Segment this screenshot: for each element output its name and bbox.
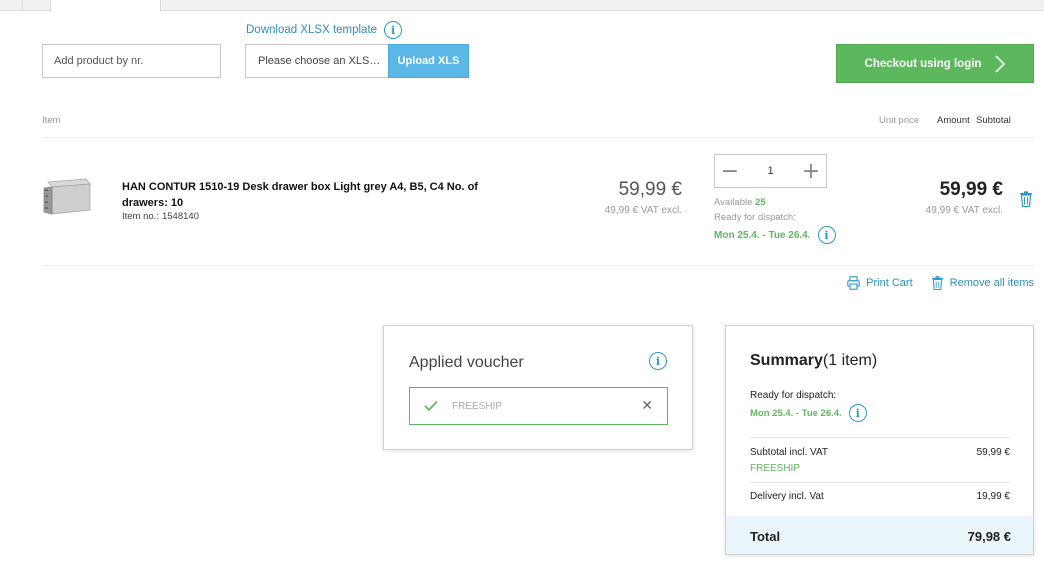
line-subtotal: 59,99 € [939,179,1003,200]
summary-title: Summary(1 item) [750,352,877,370]
summary-delivery-value: 19,99 € [976,491,1010,502]
divider [42,137,1034,138]
check-icon [424,400,438,412]
chevron-right-icon [995,54,1006,73]
minus-icon[interactable]: − [715,155,745,187]
available-count: 25 [755,197,766,208]
summary-dispatch-date-text: Mon 25.4. - Tue 26.4. [750,407,842,419]
file-chooser-text: Please choose an XLS… [258,55,381,67]
summary-title-text: Summary [750,352,823,369]
product-name[interactable]: HAN CONTUR 1510-19 Desk drawer box Light… [122,179,522,211]
checkout-button[interactable]: Checkout using login [836,44,1034,83]
info-icon[interactable]: i [649,352,667,370]
trash-icon[interactable] [1019,191,1033,207]
available-label: Available [714,197,753,208]
file-chooser[interactable]: Please choose an XLS… [245,44,388,78]
voucher-code-field[interactable]: FREESHIP ✕ [409,387,668,425]
dispatch-date: Mon 25.4. - Tue 26.4. i [714,226,836,244]
voucher-title: Applied voucher [409,354,524,371]
print-cart-button[interactable]: Print Cart [847,276,913,290]
checkout-label: Checkout using login [864,57,982,70]
summary-total-row: Total 79,98 € [726,516,1033,554]
dispatch-date-text: Mon 25.4. - Tue 26.4. [714,229,811,241]
product-image [43,178,91,215]
upload-xls-button[interactable]: Upload XLS [388,44,469,78]
summary-voucher-code: FREESHIP [750,463,801,474]
upload-xls-label: Upload XLS [397,55,460,67]
quantity-value[interactable]: 1 [745,165,796,177]
summary-panel: Summary(1 item) Ready for dispatch: Mon … [725,325,1034,555]
plus-icon[interactable]: + [796,155,826,187]
divider [42,265,1034,266]
divider [750,482,1010,483]
summary-subtotal-label: Subtotal incl. VAT [750,447,828,458]
item-no-label: Item no.: [122,211,159,222]
header-unit-price: Unit price [879,115,920,126]
print-icon [847,276,860,290]
print-cart-label: Print Cart [866,277,913,289]
product-item-no: Item no.: 1548140 [122,211,199,222]
ready-for-dispatch-label: Ready for dispatch: [714,212,796,223]
summary-subtotal-value: 59,99 € [976,447,1010,458]
cart-actions: Print Cart Remove all items [847,276,1034,290]
close-icon[interactable]: ✕ [641,398,653,414]
info-icon[interactable]: i [817,226,836,244]
download-template-link[interactable]: Download XLSX template [246,24,377,36]
summary-item-count: (1 item) [822,352,878,369]
add-product-input[interactable] [42,44,221,78]
header-subtotal: Subtotal [976,115,1011,126]
header-amount: Amount [937,115,970,126]
download-template[interactable]: Download XLSX template i [246,21,403,39]
summary-ready-label: Ready for dispatch: [750,390,837,401]
remove-all-label: Remove all items [949,277,1034,289]
info-icon[interactable]: i [384,21,403,39]
divider [750,437,1010,438]
summary-total-label: Total [750,528,781,544]
active-tab[interactable] [50,0,161,12]
quantity-stepper[interactable]: − 1 + [714,154,827,188]
voucher-code: FREESHIP [452,400,503,412]
header-item: Item [42,115,61,126]
unit-price: 59,99 € [618,179,682,200]
unit-price-excl-vat: 49,99 € VAT excl. [604,205,682,216]
item-no-value: 1548140 [161,211,199,222]
summary-delivery-label: Delivery incl. Vat [750,491,824,502]
remove-all-button[interactable]: Remove all items [931,276,1034,290]
voucher-panel: Applied voucher i FREESHIP ✕ [383,325,693,450]
trash-icon [931,276,943,290]
info-icon[interactable]: i [848,404,867,422]
availability: Available 25 [714,197,766,208]
summary-total-value: 79,98 € [967,528,1011,544]
line-subtotal-excl-vat: 49,99 € VAT excl. [925,205,1003,216]
tab-divider [22,0,23,11]
summary-delivery-row: Delivery incl. Vat 19,99 € [750,491,1010,502]
summary-subtotal-row: Subtotal incl. VAT 59,99 € [750,447,1010,458]
summary-dispatch-date: Mon 25.4. - Tue 26.4. i [750,404,867,422]
